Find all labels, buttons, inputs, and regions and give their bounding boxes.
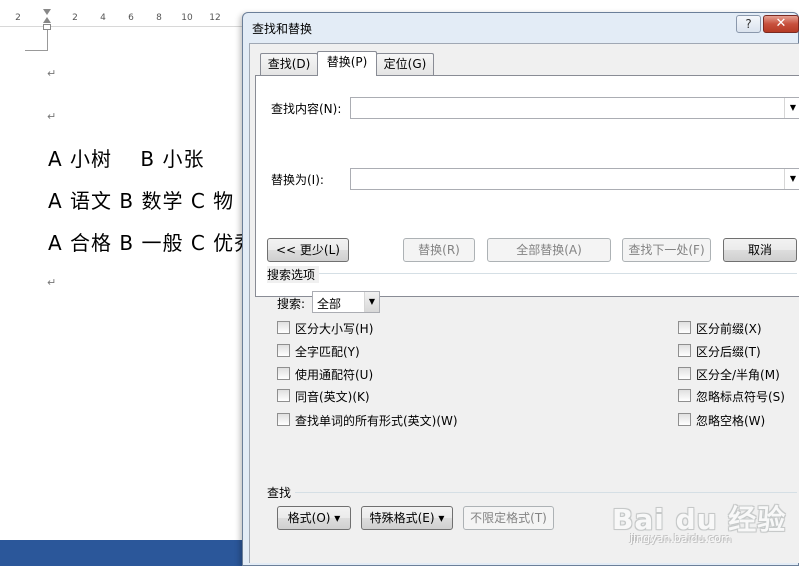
ruler-tick: 4	[100, 13, 106, 23]
ruler-tick: 2	[72, 13, 78, 23]
close-button[interactable]: ✕	[763, 15, 799, 33]
replace-with-label: 替换为(I):	[271, 173, 324, 187]
first-line-indent-marker[interactable]	[43, 9, 51, 15]
tab-goto[interactable]: 定位(G)	[376, 53, 434, 75]
watermark-url: jingyan.baidu.com	[630, 532, 732, 545]
baidu-jingyan-watermark: Bai du 经验 jingyan.baidu.com	[600, 478, 790, 548]
paragraph-mark: ↵	[47, 67, 57, 80]
hanging-indent-marker[interactable]	[43, 17, 51, 23]
replace-tab-panel: 查找内容(N): ▼ 替换为(I): ▼	[255, 75, 799, 297]
checkbox-box[interactable]	[678, 367, 691, 380]
all-word-forms-checkbox[interactable]: 查找单词的所有形式(英文)(W)	[277, 411, 497, 428]
horizontal-ruler[interactable]: 2 2 4 6 8 10 12	[0, 9, 245, 30]
ruler-tick: 12	[209, 13, 221, 23]
ruler-tick: 8	[156, 13, 162, 23]
checkbox-label: 区分前缀(X)	[696, 322, 762, 336]
checkbox-box[interactable]	[277, 321, 290, 334]
document-line: A 语文 B 数学 C 物	[48, 189, 235, 213]
checkbox-box[interactable]	[678, 321, 691, 334]
less-button[interactable]: << 更少(L)	[267, 238, 349, 262]
dialog-title: 查找和替换	[252, 22, 313, 36]
checkbox-label: 区分后缀(T)	[696, 345, 761, 359]
match-width-checkbox[interactable]: 区分全/半角(M)	[678, 365, 796, 382]
checkbox-label: 使用通配符(U)	[295, 368, 374, 382]
find-what-label: 查找内容(N):	[271, 102, 342, 116]
document-line: A 合格 B 一般 C 优秀	[48, 231, 248, 255]
margin-corner-mark	[25, 50, 47, 51]
status-bar	[0, 540, 245, 566]
checkbox-label: 忽略空格(W)	[696, 414, 766, 428]
cancel-button[interactable]: 取消	[723, 238, 797, 262]
replace-all-button[interactable]: 全部替换(A)	[487, 238, 611, 262]
checkbox-box[interactable]	[678, 344, 691, 357]
chevron-down-icon[interactable]: ▼	[784, 169, 799, 189]
checkbox-box[interactable]	[277, 344, 290, 357]
ruler-tick: 2	[15, 13, 21, 23]
search-direction-select[interactable]: 全部 ▼	[312, 291, 380, 313]
tab-replace[interactable]: 替换(P)	[317, 51, 377, 76]
checkbox-label: 忽略标点符号(S)	[696, 390, 785, 404]
paragraph-mark: ↵	[47, 110, 57, 123]
ruler-tick: 6	[128, 13, 134, 23]
sounds-like-checkbox[interactable]: 同音(英文)(K)	[277, 387, 477, 404]
checkbox-box[interactable]	[678, 413, 691, 426]
checkbox-label: 全字匹配(Y)	[295, 345, 360, 359]
margin-corner-mark	[47, 30, 48, 51]
whole-word-checkbox[interactable]: 全字匹配(Y)	[277, 342, 477, 359]
ignore-space-checkbox[interactable]: 忽略空格(W)	[678, 411, 796, 428]
find-next-button[interactable]: 查找下一处(F)	[622, 238, 711, 262]
match-case-checkbox[interactable]: 区分大小写(H)	[277, 319, 477, 336]
no-formatting-button[interactable]: 不限定格式(T)	[463, 506, 554, 530]
match-suffix-checkbox[interactable]: 区分后缀(T)	[678, 342, 796, 359]
chevron-down-icon[interactable]: ▼	[364, 292, 379, 312]
chevron-down-icon[interactable]: ▼	[784, 98, 799, 118]
tab-find[interactable]: 查找(D)	[260, 53, 318, 75]
match-prefix-checkbox[interactable]: 区分前缀(X)	[678, 319, 796, 336]
find-what-input[interactable]: ▼	[350, 97, 799, 119]
help-button[interactable]: ?	[736, 15, 761, 33]
checkbox-box[interactable]	[277, 367, 290, 380]
search-direction-value: 全部	[317, 297, 342, 311]
checkbox-label: 区分大小写(H)	[295, 322, 374, 336]
format-button[interactable]: 格式(O) ▾	[277, 506, 351, 530]
special-format-button[interactable]: 特殊格式(E) ▾	[361, 506, 453, 530]
checkbox-label: 同音(英文)(K)	[295, 390, 370, 404]
checkbox-box[interactable]	[277, 389, 290, 402]
paragraph-mark: ↵	[47, 276, 57, 289]
checkbox-label: 查找单词的所有形式(英文)(W)	[295, 414, 458, 428]
checkbox-box[interactable]	[277, 413, 290, 426]
search-direction-label: 搜索:	[277, 297, 306, 311]
checkbox-label: 区分全/半角(M)	[696, 368, 780, 382]
checkbox-box[interactable]	[678, 389, 691, 402]
ruler-tick: 10	[181, 13, 193, 23]
search-options-title: 搜索选项	[267, 266, 320, 283]
group-divider	[267, 273, 797, 274]
find-group-title: 查找	[267, 484, 296, 501]
document-line: A 小树 B 小张	[48, 147, 205, 171]
replace-button[interactable]: 替换(R)	[403, 238, 475, 262]
wildcards-checkbox[interactable]: 使用通配符(U)	[277, 365, 477, 382]
dialog-titlebar[interactable]: 查找和替换 ? ✕	[243, 13, 799, 41]
ignore-punctuation-checkbox[interactable]: 忽略标点符号(S)	[678, 387, 796, 404]
replace-with-input[interactable]: ▼	[350, 168, 799, 190]
